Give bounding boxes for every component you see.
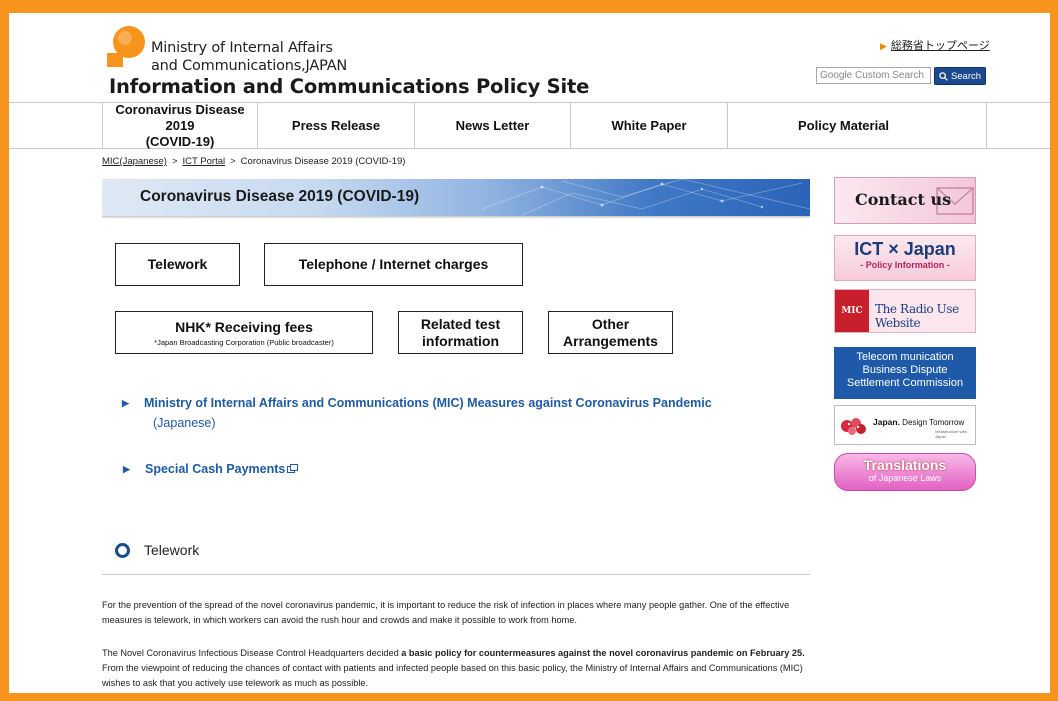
other-label-line1: Other xyxy=(591,315,630,332)
telework-button-label: Telework xyxy=(147,256,208,272)
contact-us-banner[interactable]: Contact us xyxy=(834,177,976,224)
telecom-line3: Settlement Commission xyxy=(846,377,964,389)
triangle-right-icon: ▶ xyxy=(123,464,130,474)
nav-item-news-letter[interactable]: News Letter xyxy=(414,103,570,148)
breadcrumb: MIC(Japanese) > ICT Portal > Coronavirus Dis… xyxy=(102,156,405,167)
nav-label-line2: (COVID-19) xyxy=(145,133,215,149)
telecom-line2: Business Dispute xyxy=(862,364,948,376)
nhk-receiving-fees-button[interactable]: NHK* Receiving fees *Japan Broadcasting … xyxy=(115,311,373,354)
page-title-banner: Coronavirus Disease 2019 (COVID-19) xyxy=(102,179,810,216)
telework-button[interactable]: Telework xyxy=(115,243,240,286)
special-cash-payments-label: Special Cash Payments xyxy=(145,462,286,476)
telework-paragraph-1: For the prevention of the spread of the … xyxy=(102,600,790,625)
para2-text-c: From the viewpoint of reducing the chanc… xyxy=(102,663,803,688)
japan-tiny-text: Infrastructure with Japan xyxy=(935,429,967,439)
other-label-line2: Arrangements xyxy=(563,332,658,349)
ict-japan-title: ICT × Japan xyxy=(854,239,956,259)
search-input[interactable]: Google Custom Search xyxy=(816,67,931,84)
breadcrumb-separator: > xyxy=(171,156,178,167)
breadcrumb-mic-japanese[interactable]: MIC(Japanese) xyxy=(102,156,167,167)
banner-shadow xyxy=(102,216,810,219)
mic-measures-link-label: Ministry of Internal Affairs and Communi… xyxy=(144,396,712,410)
ict-japan-subtitle: - Policy Information - xyxy=(860,260,950,270)
radio-use-website-banner[interactable]: MIC The Radio Use Website xyxy=(834,289,976,333)
telecom-dispute-commission-banner[interactable]: Telecom munication Business Dispute Sett… xyxy=(834,347,976,399)
page-title: Coronavirus Disease 2019 (COVID-19) xyxy=(140,188,420,205)
cherry-blossom-icon xyxy=(841,418,866,435)
mic-logo-icon[interactable] xyxy=(107,25,149,67)
nav-item-policy-material[interactable]: Policy Material xyxy=(727,103,986,148)
translations-japanese-laws-banner[interactable]: Translations of Japanese Laws xyxy=(834,453,976,491)
related-label-line1: Related test xyxy=(420,315,501,332)
logo-text-line2: and Communications,JAPAN xyxy=(151,58,348,74)
para2-text-a: The Novel Coronavirus Infectious Disease… xyxy=(102,648,402,658)
page-frame: Ministry of Internal Affairs and Communi… xyxy=(9,13,1050,693)
ict-japan-banner[interactable]: ICT × Japan - Policy Information - xyxy=(834,235,976,281)
search-icon xyxy=(939,71,948,81)
mic-measures-japanese-link[interactable]: (Japanese) xyxy=(153,416,216,430)
section-title-telework: Telework xyxy=(144,542,200,558)
mic-top-page-link[interactable]: 総務省トップページ xyxy=(891,40,990,52)
nhk-button-label: NHK* Receiving fees xyxy=(175,318,313,335)
top-page-link-container: ▶ 総務省トップページ xyxy=(880,37,990,53)
breadcrumb-ict-portal[interactable]: ICT Portal xyxy=(183,156,226,167)
section-ring-icon xyxy=(115,543,130,558)
mic-badge: MIC xyxy=(835,290,869,332)
main-nav: Coronavirus Disease 2019 (COVID-19) Pres… xyxy=(9,102,1050,149)
search-button-label: Search xyxy=(950,70,982,82)
special-cash-payments-link[interactable]: ▶ Special Cash Payments xyxy=(123,462,299,476)
telephone-internet-charges-button[interactable]: Telephone / Internet charges xyxy=(264,243,523,286)
translations-title: Translations xyxy=(863,457,947,473)
japan-brand: Japan. xyxy=(873,417,900,427)
logo-text-line1: Ministry of Internal Affairs xyxy=(151,40,333,56)
nhk-button-note: *Japan Broadcasting Corporation (Public … xyxy=(154,337,334,347)
para2-text-bold: a basic policy for countermeasures again… xyxy=(401,648,805,658)
triangle-right-icon: ▶ xyxy=(122,398,129,408)
site-title: Information and Communications Policy Si… xyxy=(109,75,590,98)
japan-brand-text: Japan. Design Tomorrow xyxy=(873,417,964,427)
breadcrumb-separator: > xyxy=(230,156,236,167)
triangle-right-icon: ▶ xyxy=(880,41,887,51)
telework-paragraph-2: The Novel Coronavirus Infectious Disease… xyxy=(102,646,810,691)
site-header: Ministry of Internal Affairs and Communi… xyxy=(9,13,1050,103)
telecom-line1: Telecom munication xyxy=(856,351,954,363)
japan-tag: Design Tomorrow xyxy=(902,418,965,427)
nav-label-line1: Coronavirus Disease 2019 xyxy=(115,101,245,133)
nav-item-white-paper[interactable]: White Paper xyxy=(570,103,727,148)
nav-item-press-release[interactable]: Press Release xyxy=(257,103,414,148)
external-window-icon xyxy=(287,464,299,473)
mic-measures-link[interactable]: ▶ Ministry of Internal Affairs and Commu… xyxy=(122,396,712,410)
breadcrumb-current: Coronavirus Disease 2019 (COVID-19) xyxy=(240,156,406,167)
translations-subtitle: of Japanese Laws xyxy=(868,473,942,483)
telephone-button-label: Telephone / Internet charges xyxy=(298,256,489,272)
japan-design-tomorrow-banner[interactable]: Japan. Design Tomorrow Infrastructure wi… xyxy=(834,405,976,445)
nav-divider xyxy=(986,103,987,148)
contact-us-label: Contact us xyxy=(855,190,952,209)
radio-use-label: The Radio Use Website xyxy=(875,302,959,330)
search-button[interactable]: Search xyxy=(934,67,986,85)
nav-item-covid19[interactable]: Coronavirus Disease 2019 (COVID-19) xyxy=(102,101,257,149)
other-arrangements-button[interactable]: Other Arrangements xyxy=(548,311,673,354)
related-label-line2: information xyxy=(422,332,499,349)
related-test-information-button[interactable]: Related test information xyxy=(398,311,523,354)
section-divider xyxy=(102,574,810,575)
